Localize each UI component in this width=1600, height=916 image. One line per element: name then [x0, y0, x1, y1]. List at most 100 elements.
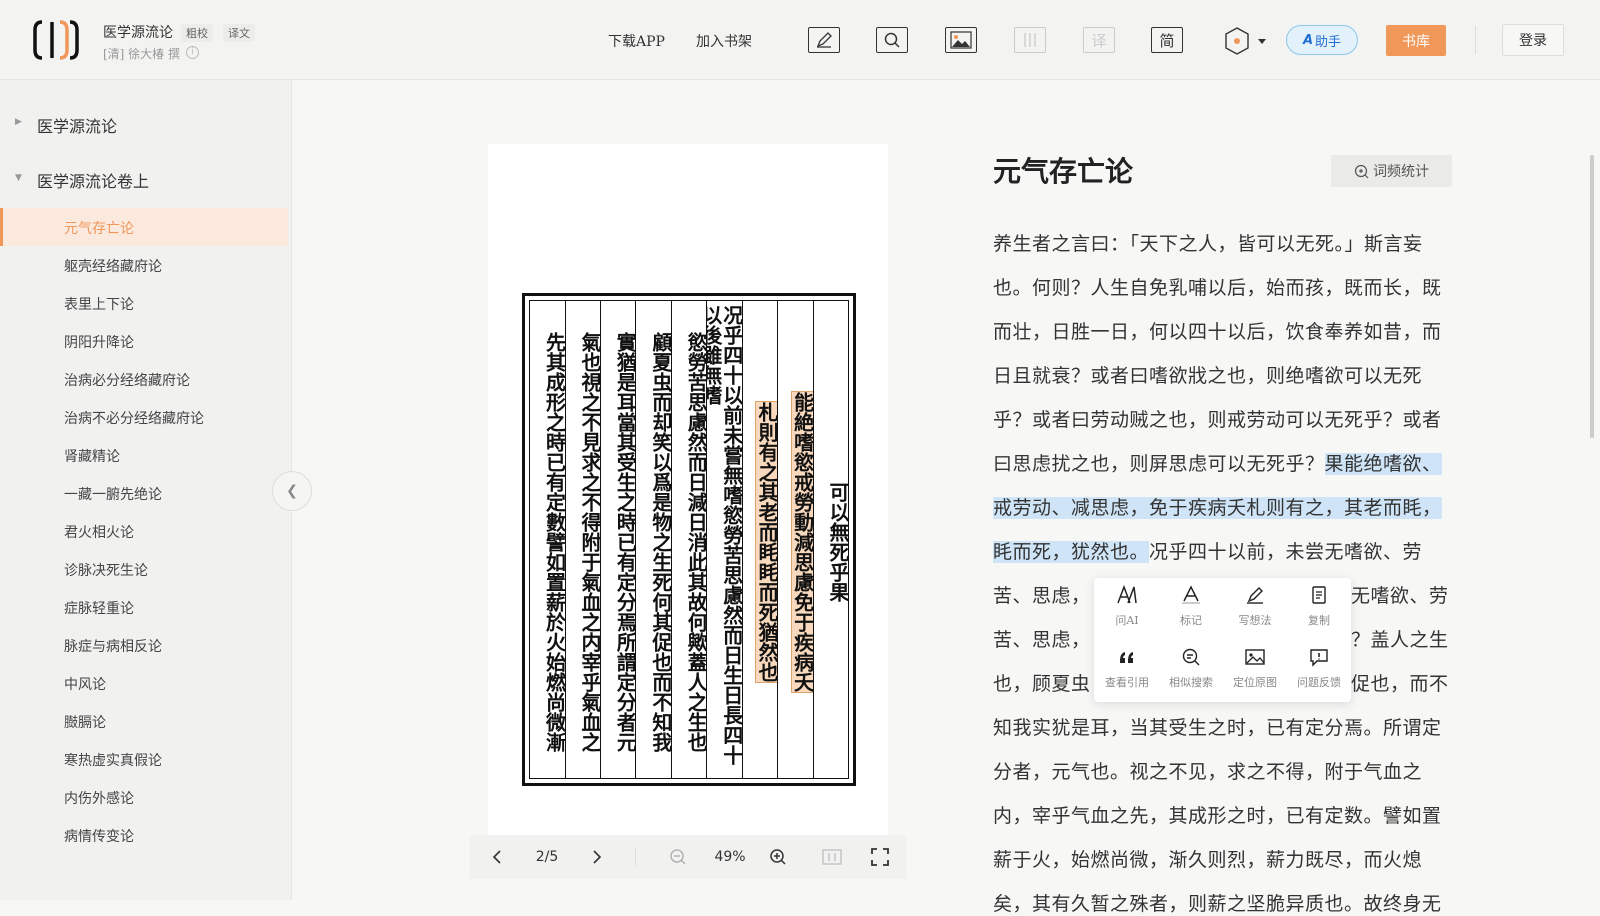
text-line[interactable]: 曰思虑扰之也，则屏思虑可以无死乎？果能绝嗜欲、: [993, 449, 1442, 476]
text-segment: 也，顾夏虫: [993, 673, 1091, 695]
toc-item[interactable]: 表里上下论: [64, 294, 134, 314]
text-line[interactable]: 也，顾夏虫 促也，而不: [993, 669, 1448, 696]
fullscreen-icon: [871, 848, 889, 866]
toc-item[interactable]: 肾藏精论: [64, 446, 120, 466]
login-button[interactable]: 登录: [1502, 24, 1564, 56]
theme-dropdown[interactable]: [1221, 24, 1269, 58]
popup-label: 复制: [1308, 614, 1330, 627]
toc-active-highlight: [0, 208, 288, 246]
toc-item[interactable]: 脉症与病相反论: [64, 636, 162, 656]
word-frequency-button[interactable]: 词频统计: [1331, 155, 1452, 187]
popup-quote-button[interactable]: 查看引用: [1097, 646, 1157, 700]
text-segment: 苦、思虑，: [993, 629, 1091, 651]
text-line[interactable]: 内，宰乎气血之先，其成形之时，已有定数。譬如置: [993, 801, 1442, 828]
popup-copy-button[interactable]: 复制: [1289, 584, 1349, 638]
popup-ask-ai-button[interactable]: 问AI: [1097, 584, 1157, 638]
pen-tool-button[interactable]: [808, 27, 840, 53]
toc-item[interactable]: 躯壳经络藏府论: [64, 256, 162, 276]
text-line[interactable]: 苦、思虑， 无嗜欲、劳: [993, 581, 1448, 608]
text-line[interactable]: 日且就衰？或者曰嗜欲戕之也，则绝嗜欲可以无死: [993, 361, 1422, 388]
text-line[interactable]: 分者，元气也。视之不见，求之不得，附于气血之: [993, 757, 1422, 784]
collapse-sidebar-button[interactable]: ❮: [272, 471, 312, 511]
download-app-link[interactable]: 下载APP: [608, 31, 665, 51]
toc-item[interactable]: 中风论: [64, 674, 106, 694]
translate-button[interactable]: 译: [1083, 27, 1115, 53]
page-indicator: 2/5: [535, 849, 559, 865]
columns-view-button[interactable]: [1014, 27, 1046, 53]
toc-item[interactable]: 君火相火论: [64, 522, 134, 542]
toc-item[interactable]: 一藏一腑先绝论: [64, 484, 162, 504]
scan-column-text: 先其成形之時已有定數譬如置薪於火始燃尚微漸: [542, 331, 565, 752]
next-page-button[interactable]: [582, 835, 612, 879]
toc-item[interactable]: 阴阳升降论: [64, 332, 134, 352]
toc-item[interactable]: 症脉轻重论: [64, 598, 134, 618]
actual-size-icon: [822, 849, 842, 865]
book-title: 医学源流论: [103, 25, 173, 41]
fullscreen-button[interactable]: [865, 835, 895, 879]
toc-item[interactable]: 治病不必分经络藏府论: [64, 408, 204, 428]
actual-size-button[interactable]: [817, 835, 847, 879]
text-line[interactable]: 薪于火，始燃尚微，渐久则烈，薪力既尽，而火熄: [993, 845, 1422, 872]
popup-label: 查看引用: [1105, 676, 1149, 689]
popup-feedback-button[interactable]: 问题反馈: [1289, 646, 1349, 700]
proofread-tag[interactable]: 粗校: [181, 24, 213, 42]
popup-pen-button[interactable]: 写想法: [1225, 584, 1285, 638]
toc-item[interactable]: 元气存亡论: [64, 218, 134, 238]
popup-mark-button[interactable]: 标记: [1161, 584, 1221, 638]
text-segment: 而壮，日胜一日，何以四十以后，饮食奉养如昔，而: [993, 321, 1442, 343]
collapse-arrow-icon[interactable]: ▼: [15, 173, 22, 183]
text-segment: 养生者之言曰：「天下之人，皆可以无死。」斯言妄: [993, 233, 1423, 255]
library-button[interactable]: 书库: [1386, 25, 1446, 56]
popup-similar-search-button[interactable]: 相似搜索: [1161, 646, 1221, 700]
translation-tag[interactable]: 译文: [223, 24, 255, 42]
chevron-left-icon: ❮: [286, 483, 298, 499]
toc-item[interactable]: 寒热虚实真假论: [64, 750, 162, 770]
text-line[interactable]: 知我实犹是耳，当其受生之时，已有定分焉。所谓定: [993, 713, 1442, 740]
text-line[interactable]: 乎？或者曰劳动贼之也，则戒劳动可以无死乎？或者: [993, 405, 1442, 432]
text-segment: 促也，而不: [1351, 673, 1449, 695]
text-line[interactable]: 而壮，日胜一日，何以四十以后，饮食奉养如昔，而: [993, 317, 1442, 344]
search-button[interactable]: [876, 27, 908, 53]
chevron-left-icon: [492, 850, 501, 864]
scan-image[interactable]: 可以無死乎果 能絶嗜慾戒勞動減思慮免于疾病夭 札則有之其老而眊眊而死猶然也 况乎四十以…: [522, 293, 856, 786]
text-segment: 苦、思虑，: [993, 585, 1091, 607]
text-line[interactable]: 也。何则？人生自免乳哺以后，始而孩，既而长，既: [993, 273, 1442, 300]
toolbar-divider: [635, 847, 636, 867]
popup-label: 问题反馈: [1297, 676, 1341, 689]
zoom-out-button[interactable]: [663, 835, 693, 879]
logo-icon[interactable]: [32, 18, 80, 62]
add-bookshelf-link[interactable]: 加入书架: [696, 31, 752, 51]
toc-item[interactable]: 臌膈论: [64, 712, 106, 732]
scrollbar[interactable]: [1590, 155, 1594, 438]
image-view-button[interactable]: [945, 27, 977, 53]
scan-column-text: 札則有之其老而眊眊而死猶然也: [755, 400, 778, 683]
prev-page-button[interactable]: [482, 835, 512, 879]
toc-item[interactable]: 治病必分经络藏府论: [64, 370, 190, 390]
toc-item[interactable]: 诊脉决死生论: [64, 560, 148, 580]
text-segment: 也。何则？人生自免乳哺以后，始而孩，既而长，既: [993, 277, 1442, 299]
text-line[interactable]: 眊而死，犹然也。况乎四十以前，未尝无嗜欲、劳: [993, 537, 1422, 564]
word-frequency-icon: [1354, 164, 1369, 178]
info-icon[interactable]: i: [186, 46, 199, 59]
toc-item[interactable]: 病情传变论: [64, 826, 134, 846]
scan-column: 實猶是耳當其受生之時已有定分焉所謂定分者元: [599, 301, 635, 778]
zoom-out-icon: [670, 849, 686, 865]
text-line[interactable]: 苦、思虑， ？盖人之生: [993, 625, 1448, 652]
toc-volume-1[interactable]: 医学源流论: [37, 113, 117, 137]
simplified-button[interactable]: 简: [1151, 27, 1183, 53]
mark-icon: [1161, 584, 1221, 612]
scan-column: 先其成形之時已有定數譬如置薪於火始燃尚微漸: [530, 301, 565, 778]
expand-arrow-icon[interactable]: ▶: [15, 117, 22, 127]
toc-item[interactable]: 内伤外感论: [64, 788, 134, 808]
simplified-label: 简: [1159, 31, 1175, 50]
popup-locate-image-button[interactable]: 定位原图: [1225, 646, 1285, 700]
text-segment: ？盖人之生: [1351, 629, 1449, 651]
text-line[interactable]: 矣，其有久暂之殊者，则薪之坚脆异质也。故终身无: [993, 889, 1442, 916]
zoom-in-button[interactable]: [763, 835, 793, 879]
toc-volume-2[interactable]: 医学源流论卷上: [37, 168, 149, 192]
search-icon: [884, 32, 900, 48]
translate-label: 译: [1091, 31, 1107, 50]
text-line[interactable]: 戒劳动、减思虑，免于疾病夭札则有之，其老而眊，: [993, 493, 1442, 520]
text-line[interactable]: 养生者之言曰：「天下之人，皆可以无死。」斯言妄: [993, 229, 1423, 256]
assistant-button[interactable]: A 助手: [1286, 25, 1358, 55]
